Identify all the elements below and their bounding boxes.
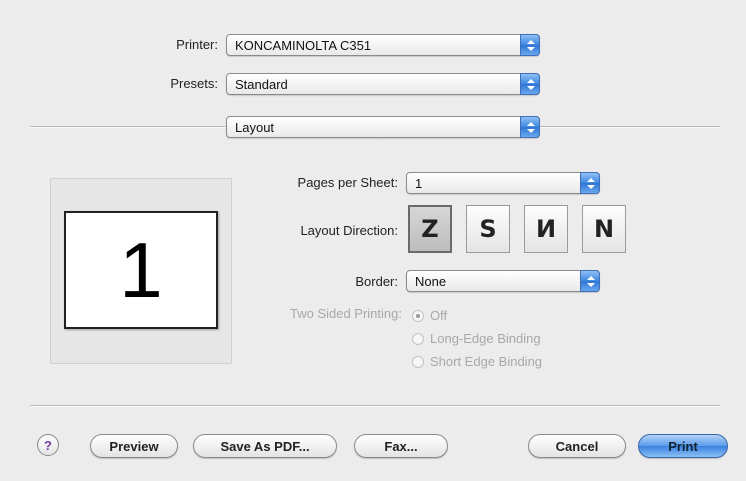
- popup-arrows-icon: [580, 172, 600, 194]
- printer-popup[interactable]: KONCAMINOLTA C351: [226, 34, 540, 56]
- printer-label: Printer:: [176, 37, 218, 52]
- bottom-separator: [30, 405, 720, 407]
- two-sided-short-edge-radio[interactable]: Short Edge Binding: [412, 354, 542, 369]
- presets-label: Presets:: [170, 76, 218, 91]
- pages-per-sheet-value: 1: [415, 176, 423, 191]
- layout-direction-n-button[interactable]: N: [582, 205, 626, 253]
- border-value: None: [415, 274, 447, 289]
- two-sided-off-label: Off: [430, 308, 448, 323]
- pages-per-sheet-label: Pages per Sheet:: [297, 175, 398, 190]
- popup-arrows-icon: [520, 116, 540, 138]
- cancel-button[interactable]: Cancel: [528, 434, 626, 458]
- radio-icon: [412, 355, 424, 368]
- radio-selected-icon: [412, 309, 424, 322]
- presets-value: Standard: [235, 77, 288, 92]
- printer-value: KONCAMINOLTA C351: [235, 38, 372, 53]
- help-button[interactable]: ?: [37, 434, 59, 456]
- direction-reverse-n-icon: И: [535, 215, 557, 243]
- direction-s-icon: S: [479, 215, 497, 243]
- popup-arrows-icon: [520, 34, 540, 56]
- radio-icon: [412, 332, 424, 345]
- save-as-pdf-button[interactable]: Save As PDF...: [193, 434, 337, 458]
- layout-direction-label: Layout Direction:: [300, 223, 398, 238]
- popup-arrows-icon: [520, 73, 540, 95]
- two-sided-short-edge-label: Short Edge Binding: [430, 354, 543, 369]
- fax-button[interactable]: Fax...: [354, 434, 448, 458]
- two-sided-long-edge-label: Long-Edge Binding: [430, 331, 541, 346]
- preview-button[interactable]: Preview: [90, 434, 178, 458]
- two-sided-long-edge-radio[interactable]: Long-Edge Binding: [412, 331, 541, 346]
- direction-n-icon: N: [593, 215, 615, 243]
- pages-per-sheet-popup[interactable]: 1: [406, 172, 600, 194]
- layout-direction-s-button[interactable]: S: [466, 205, 510, 253]
- panel-value: Layout: [235, 120, 275, 135]
- help-icon: ?: [44, 437, 52, 453]
- two-sided-off-radio[interactable]: Off: [412, 308, 447, 323]
- panel-popup[interactable]: Layout: [226, 116, 540, 138]
- layout-direction-reverse-n-button[interactable]: И: [524, 205, 568, 253]
- layout-direction-z-button[interactable]: Z: [408, 205, 452, 253]
- popup-arrows-icon: [580, 270, 600, 292]
- direction-z-icon: Z: [421, 215, 439, 243]
- presets-popup[interactable]: Standard: [226, 73, 540, 95]
- two-sided-label: Two Sided Printing:: [289, 306, 402, 321]
- border-label: Border:: [355, 274, 398, 289]
- page-number: 1: [119, 226, 163, 314]
- print-button[interactable]: Print: [638, 434, 728, 458]
- border-popup[interactable]: None: [406, 270, 600, 292]
- page-preview: 1: [64, 211, 218, 329]
